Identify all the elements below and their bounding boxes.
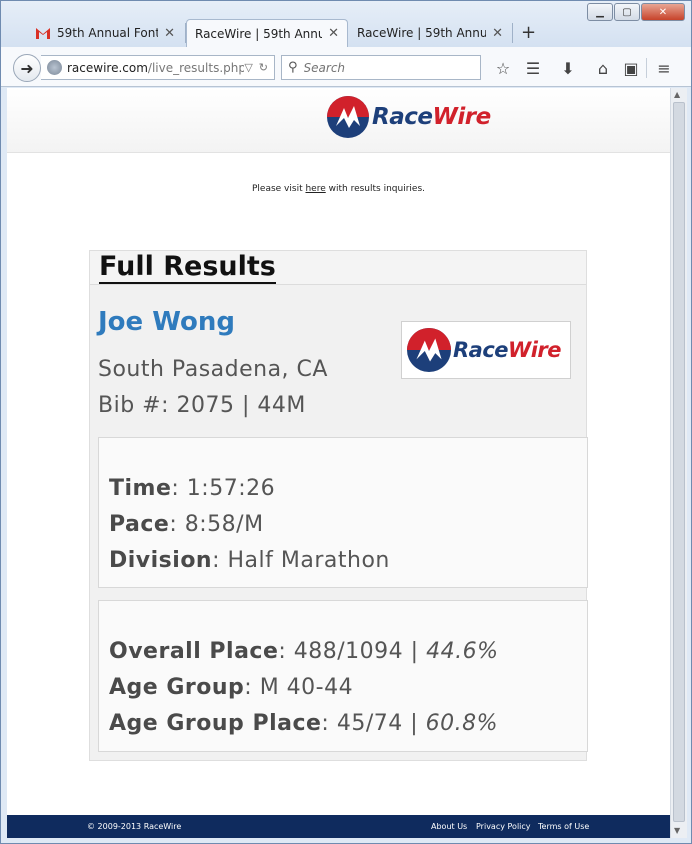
- racewire-wordmark: RaceWire: [453, 338, 562, 362]
- close-tab-icon[interactable]: ✕: [328, 26, 339, 41]
- tab-divider: [512, 23, 513, 43]
- overall-place-percent: 44.6%: [426, 639, 499, 664]
- page-viewport: RaceWire Please visit here with results …: [7, 88, 670, 838]
- tab-strip: 59th Annual Font... ✕ RaceWire | 59th An…: [1, 1, 691, 47]
- back-arrow-icon: ➜: [20, 58, 34, 78]
- age-group-value: : M 40-44: [244, 675, 354, 700]
- placement-card: Overall Place: 488/1094 | 44.6% Age Grou…: [98, 600, 588, 752]
- globe-icon: [47, 60, 62, 75]
- section-title: Full Results: [99, 251, 276, 284]
- racewire-logo-mark-icon: [407, 328, 451, 372]
- logo-text-wire: Wire: [432, 104, 491, 130]
- search-icon: ⚲: [288, 60, 298, 75]
- gmail-icon: [36, 28, 50, 39]
- url-path: /live_results.php?f: [147, 60, 245, 75]
- url-text[interactable]: racewire.com/live_results.php?f: [67, 61, 244, 75]
- race-logo: RaceWire: [407, 328, 562, 372]
- age-group-place-label: Age Group Place: [109, 711, 322, 736]
- reading-list-icon[interactable]: ☰: [522, 57, 544, 79]
- time-label: Time: [109, 476, 172, 501]
- scrollbar-thumb[interactable]: [673, 102, 685, 822]
- results-notice: Please visit here with results inquiries…: [7, 184, 670, 194]
- runner-bib: Bib #: 2075 | 44M: [98, 393, 306, 418]
- age-group-row: Age Group: M 40-44: [109, 675, 353, 700]
- tab-racewire-active[interactable]: RaceWire | 59th Annu... ✕: [186, 19, 348, 47]
- home-icon[interactable]: ⌂: [592, 57, 614, 79]
- logo-text-race: Race: [372, 104, 433, 130]
- menu-icon[interactable]: ≡: [653, 57, 675, 79]
- dropdown-arrow-icon[interactable]: ▽: [244, 61, 252, 74]
- url-bar[interactable]: racewire.com/live_results.php?f ▽ ↻: [41, 55, 275, 80]
- logo-text-race: Race: [453, 338, 509, 362]
- search-input[interactable]: [303, 60, 454, 75]
- close-window-button[interactable]: ✕: [641, 3, 685, 21]
- reload-icon[interactable]: ↻: [259, 61, 268, 74]
- time-row: Time: 1:57:26: [109, 476, 275, 501]
- pocket-icon[interactable]: ▣: [620, 57, 642, 79]
- results-header: Full Results: [90, 251, 586, 285]
- toolbar-divider: [646, 58, 647, 78]
- minimize-button[interactable]: ▁: [587, 3, 613, 21]
- age-group-place-percent: 60.8%: [425, 711, 499, 736]
- scroll-down-icon[interactable]: ▼: [674, 826, 680, 835]
- notice-link[interactable]: here: [305, 184, 325, 194]
- division-row: Division: Half Marathon: [109, 548, 390, 573]
- tab-gmail[interactable]: 59th Annual Font... ✕: [27, 19, 183, 47]
- division-label: Division: [109, 548, 213, 573]
- footer-link-terms[interactable]: Terms of Use: [538, 822, 589, 831]
- tab-label: 59th Annual Font...: [57, 26, 159, 40]
- overall-place-row: Overall Place: 488/1094 | 44.6%: [109, 639, 498, 664]
- notice-suffix: with results inquiries.: [325, 184, 425, 194]
- age-group-label: Age Group: [109, 675, 245, 700]
- search-bar[interactable]: ⚲: [281, 55, 481, 80]
- racewire-logo-mark-icon: [327, 96, 369, 138]
- pace-label: Pace: [109, 512, 170, 537]
- close-tab-icon[interactable]: ✕: [492, 26, 503, 41]
- nav-toolbar: racewire.com/live_results.php?f ▽ ↻ ➜ ⚲ …: [1, 47, 691, 87]
- site-footer: © 2009-2013 RaceWire About Us Privacy Po…: [7, 815, 670, 838]
- scroll-up-icon[interactable]: ▲: [674, 90, 680, 99]
- race-logo-box: RaceWire: [401, 321, 571, 379]
- pace-value: : 8:58/M: [169, 512, 264, 537]
- division-value: : Half Marathon: [212, 548, 390, 573]
- maximize-button[interactable]: ▢: [614, 3, 640, 21]
- logo-text-wire: Wire: [508, 338, 562, 362]
- runner-name: Joe Wong: [98, 307, 235, 337]
- tab-label: RaceWire | 59th Annu...: [357, 26, 487, 40]
- copyright-text: © 2009-2013 RaceWire: [87, 822, 182, 831]
- racewire-wordmark: RaceWire: [372, 104, 491, 130]
- tab-label: RaceWire | 59th Annu...: [195, 26, 322, 41]
- overall-place-value: : 488/1094 |: [278, 639, 427, 664]
- pace-row: Pace: 8:58/M: [109, 512, 264, 537]
- bookmark-star-icon[interactable]: ☆: [492, 57, 514, 79]
- runner-city: South Pasadena, CA: [98, 357, 328, 382]
- results-panel: Full Results Joe Wong South Pasadena, CA…: [89, 250, 588, 761]
- time-value: : 1:57:26: [171, 476, 276, 501]
- overall-place-label: Overall Place: [109, 639, 279, 664]
- vertical-scrollbar[interactable]: ▲ ▼: [670, 88, 687, 838]
- browser-window: 59th Annual Font... ✕ RaceWire | 59th An…: [0, 0, 692, 844]
- back-button[interactable]: ➜: [13, 54, 41, 82]
- notice-prefix: Please visit: [251, 184, 306, 194]
- age-group-place-value: : 45/74 |: [321, 711, 426, 736]
- age-group-place-row: Age Group Place: 45/74 | 60.8%: [109, 711, 498, 736]
- footer-link-about[interactable]: About Us: [431, 822, 467, 831]
- url-host: racewire.com: [67, 60, 148, 75]
- tab-racewire-2[interactable]: RaceWire | 59th Annu... ✕: [349, 19, 511, 47]
- download-icon[interactable]: ⬇: [557, 57, 579, 79]
- time-card: Time: 1:57:26 Pace: 8:58/M Division: Hal…: [98, 437, 588, 588]
- close-tab-icon[interactable]: ✕: [164, 26, 175, 41]
- site-header: RaceWire: [7, 88, 670, 153]
- new-tab-button[interactable]: +: [521, 22, 536, 43]
- footer-link-privacy[interactable]: Privacy Policy: [476, 822, 531, 831]
- racewire-logo[interactable]: RaceWire: [327, 96, 491, 138]
